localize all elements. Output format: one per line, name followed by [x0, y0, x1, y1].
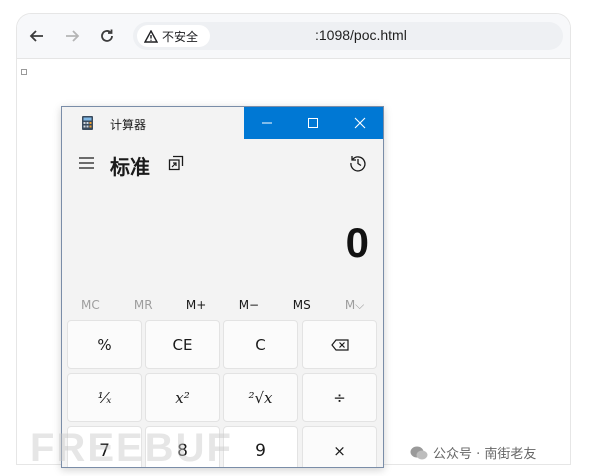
wechat-icon — [410, 446, 428, 459]
backspace-key[interactable] — [302, 320, 377, 369]
memory-row: MC MR M+ M− MS M⌵ — [64, 293, 381, 317]
memory-subtract-button[interactable]: M− — [222, 293, 275, 317]
broken-image-icon — [21, 69, 27, 75]
multiply-key[interactable]: × — [302, 426, 377, 467]
divide-key[interactable]: ÷ — [302, 373, 377, 422]
result-display: 0 — [345, 219, 369, 266]
security-label: 不安全 — [162, 29, 199, 44]
close-button[interactable] — [337, 107, 383, 139]
forward-arrow-icon — [66, 30, 80, 42]
clear-key[interactable]: C — [223, 320, 298, 369]
square-key[interactable]: x² — [145, 373, 220, 422]
browser-toolbar: 不安全 :1098/poc.html — [17, 14, 570, 59]
percent-key[interactable]: % — [67, 320, 142, 369]
close-icon — [354, 117, 366, 129]
window-title: 计算器 — [110, 118, 147, 132]
address-bar[interactable]: 不安全 :1098/poc.html — [133, 22, 563, 50]
calculator-header: 标准 — [62, 145, 383, 181]
mode-title: 标准 — [110, 155, 150, 179]
square-root-key[interactable]: ²√x — [223, 373, 298, 422]
forward-button[interactable] — [60, 24, 84, 48]
memory-store-button[interactable]: MS — [275, 293, 328, 317]
clear-entry-key[interactable]: CE — [145, 320, 220, 369]
maximize-button[interactable] — [290, 107, 336, 139]
reload-button[interactable] — [95, 24, 119, 48]
calculator-window: 计算器 标准 0 MC MR M+ M− MS M⌵ % CE C ¹⁄ₓ x²… — [61, 106, 384, 468]
minimize-icon — [262, 122, 273, 124]
square-label: x² — [175, 388, 190, 407]
history-icon[interactable] — [349, 154, 367, 172]
keep-on-top-icon[interactable] — [168, 155, 184, 171]
minimize-button[interactable] — [244, 107, 290, 139]
reciprocal-key[interactable]: ¹⁄ₓ — [67, 373, 142, 422]
square-root-label: ²√x — [248, 388, 273, 407]
backspace-icon — [330, 338, 349, 351]
memory-clear-button[interactable]: MC — [64, 293, 117, 317]
reciprocal-label: ¹⁄ₓ — [97, 388, 112, 407]
reload-icon — [101, 29, 113, 42]
calculator-app-icon — [82, 116, 93, 130]
url-text[interactable]: :1098/poc.html — [315, 27, 407, 43]
memory-recall-button[interactable]: MR — [117, 293, 170, 317]
digit-9-key[interactable]: 9 — [223, 426, 298, 467]
warning-triangle-icon — [144, 29, 158, 43]
memory-list-button[interactable]: M⌵ — [328, 293, 381, 317]
maximize-icon — [308, 118, 319, 128]
wechat-account-label: 公众号 · 南街老友 — [433, 447, 537, 462]
back-button[interactable] — [25, 24, 49, 48]
wechat-account-watermark: 公众号 · 南街老友 — [410, 443, 536, 462]
calculator-titlebar: 计算器 — [62, 107, 383, 139]
security-indicator[interactable]: 不安全 — [137, 25, 210, 47]
memory-add-button[interactable]: M+ — [170, 293, 223, 317]
hamburger-menu-icon[interactable] — [79, 157, 94, 169]
freebuf-watermark: FREEBUF — [30, 426, 233, 470]
back-arrow-icon — [29, 30, 43, 42]
window-controls — [244, 107, 383, 139]
